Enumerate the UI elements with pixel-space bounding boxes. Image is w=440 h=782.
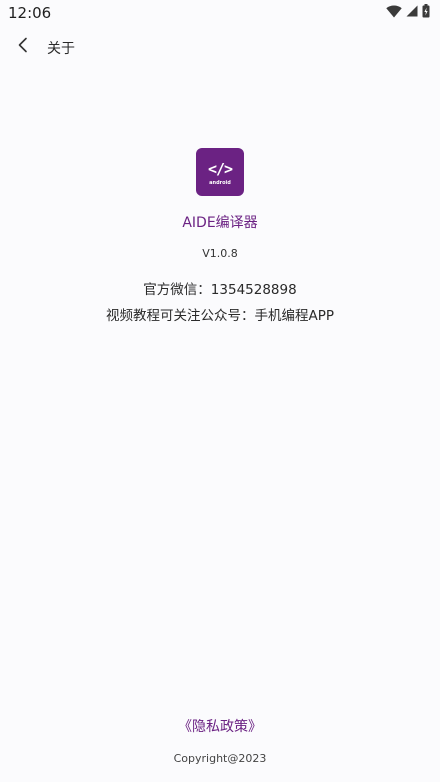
status-icons <box>386 4 430 18</box>
app-icon-caption: android <box>209 180 231 186</box>
app-version: V1.0.8 <box>202 247 238 260</box>
wifi-icon <box>386 5 402 18</box>
chevron-left-icon <box>17 37 29 57</box>
tutorial-info: 视频教程可关注公众号：手机编程APP <box>105 308 335 324</box>
status-time: 12:06 <box>8 4 52 22</box>
status-bar: 12:06 <box>0 0 440 26</box>
app-icon-code-glyph: </> <box>207 160 233 178</box>
wechat-info: 官方微信：1354528898 <box>143 282 297 298</box>
back-button[interactable] <box>10 34 36 60</box>
privacy-policy-link[interactable]: 《隐私政策》 <box>0 716 440 736</box>
app-name: AIDE编译器 <box>182 215 258 231</box>
battery-charging-icon <box>422 4 430 18</box>
android-code-app-icon: </> android <box>196 148 244 196</box>
app-bar: 关于 <box>0 30 440 64</box>
page-title: 关于 <box>47 41 75 57</box>
copyright-text: Copyright@2023 <box>173 752 267 765</box>
cell-signal-icon <box>406 5 418 17</box>
